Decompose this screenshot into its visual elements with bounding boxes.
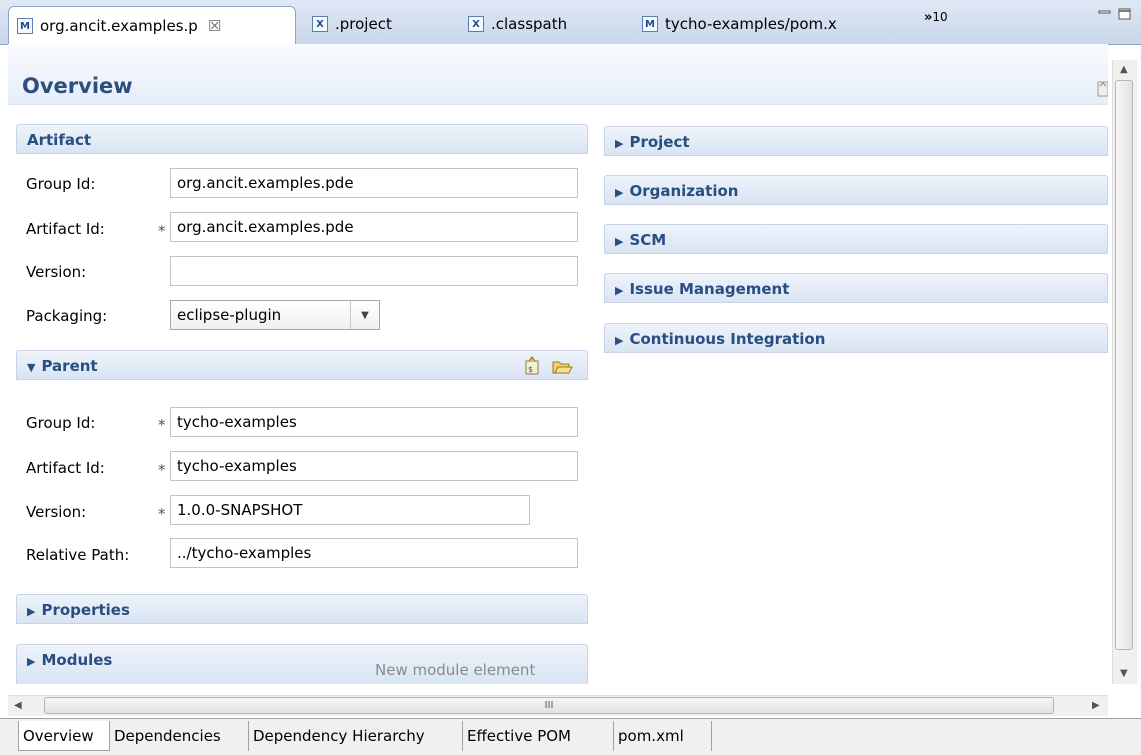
project-section-header[interactable]: ▶ Project bbox=[604, 126, 1108, 156]
artifact-section-title: Artifact bbox=[27, 131, 92, 149]
close-icon[interactable]: ☒ bbox=[208, 17, 221, 35]
tab-overview[interactable]: Overview bbox=[18, 721, 110, 751]
group-id-field[interactable]: org.ancit.examples.pde bbox=[170, 168, 578, 198]
collapsed-triangle-icon: ▶ bbox=[27, 605, 36, 618]
editor-tab-project[interactable]: X .project bbox=[312, 6, 392, 42]
editor-tab-tycho-pom[interactable]: M tycho-examples/pom.x bbox=[642, 6, 837, 42]
open-parent-pom-icon[interactable]: $ bbox=[521, 355, 543, 377]
new-module-hint[interactable]: New module element bbox=[375, 661, 535, 679]
required-marker: * bbox=[158, 222, 166, 240]
svg-text:$: $ bbox=[528, 365, 533, 374]
page-title: Overview bbox=[22, 74, 133, 98]
scm-section-title: SCM bbox=[629, 231, 667, 249]
xml-file-icon: X bbox=[468, 16, 484, 32]
scroll-down-icon[interactable]: ▼ bbox=[1120, 668, 1128, 679]
parent-artifact-id-field[interactable]: tycho-examples bbox=[170, 451, 578, 481]
relative-path-field[interactable]: ../tycho-examples bbox=[170, 538, 578, 568]
required-marker: * bbox=[158, 461, 166, 479]
group-id-label: Group Id: bbox=[26, 175, 96, 193]
maven-file-icon: M bbox=[17, 18, 33, 34]
continuous-integration-section-header[interactable]: ▶ Continuous Integration bbox=[604, 323, 1108, 353]
organization-section-header[interactable]: ▶ Organization bbox=[604, 175, 1108, 205]
tab-overflow-button[interactable]: »10 bbox=[924, 10, 948, 25]
modules-section-header[interactable]: ▶ Modules New module element bbox=[16, 644, 588, 684]
parent-section-header[interactable]: ▼ Parent $ bbox=[16, 350, 588, 380]
artifact-section-header: Artifact bbox=[16, 124, 588, 154]
parent-group-id-label: Group Id: bbox=[26, 414, 96, 432]
overview-header: Overview bbox=[8, 44, 1108, 105]
horizontal-scrollbar[interactable]: ◀ III ▶ bbox=[8, 695, 1108, 716]
scroll-right-icon[interactable]: ▶ bbox=[1092, 700, 1100, 711]
xml-file-icon: X bbox=[312, 16, 328, 32]
tab-overflow-count: 10 bbox=[932, 10, 948, 24]
properties-section-header[interactable]: ▶ Properties bbox=[16, 594, 588, 624]
version-field[interactable] bbox=[170, 256, 578, 286]
scroll-up-icon[interactable]: ▲ bbox=[1120, 64, 1128, 75]
tab-dependencies[interactable]: Dependencies bbox=[110, 721, 249, 751]
packaging-label: Packaging: bbox=[26, 307, 108, 325]
issue-management-section-title: Issue Management bbox=[629, 280, 790, 298]
version-label: Version: bbox=[26, 263, 87, 281]
packaging-value: eclipse-plugin bbox=[177, 306, 282, 324]
maven-file-icon: M bbox=[642, 16, 658, 32]
editor-tab-bar: M org.ancit.examples.p ☒ X .project X .c… bbox=[0, 0, 1141, 45]
overview-page: Overview Artifact Group Id: org.ancit.ex… bbox=[8, 44, 1108, 684]
collapsed-triangle-icon: ▶ bbox=[615, 284, 624, 297]
folder-open-icon[interactable] bbox=[551, 355, 573, 377]
properties-section-title: Properties bbox=[41, 601, 130, 619]
collapsed-triangle-icon: ▶ bbox=[615, 334, 624, 347]
scroll-left-icon[interactable]: ◀ bbox=[14, 700, 22, 711]
maximize-icon[interactable] bbox=[1118, 8, 1132, 20]
minimize-icon[interactable] bbox=[1098, 8, 1112, 20]
collapsed-triangle-icon: ▶ bbox=[615, 137, 624, 150]
collapsed-triangle-icon: ▶ bbox=[27, 655, 36, 668]
parent-artifact-id-label: Artifact Id: bbox=[26, 459, 105, 477]
editor-tab-pom[interactable]: M org.ancit.examples.p ☒ bbox=[8, 6, 296, 45]
editor-tab-classpath[interactable]: X .classpath bbox=[468, 6, 567, 42]
tab-dependency-hierarchy[interactable]: Dependency Hierarchy bbox=[249, 721, 463, 751]
required-marker: * bbox=[158, 416, 166, 434]
continuous-integration-section-title: Continuous Integration bbox=[629, 330, 826, 348]
editor-tab-label: org.ancit.examples.p bbox=[40, 17, 198, 35]
tab-pom-xml[interactable]: pom.xml bbox=[614, 721, 712, 751]
packaging-select[interactable]: eclipse-plugin ▼ bbox=[170, 300, 380, 330]
collapsed-triangle-icon: ▶ bbox=[615, 186, 624, 199]
editor-tab-label: tycho-examples/pom.x bbox=[665, 15, 837, 33]
vertical-scrollbar[interactable]: ▲ ▼ bbox=[1112, 60, 1137, 684]
artifact-id-label: Artifact Id: bbox=[26, 220, 105, 238]
help-icon[interactable] bbox=[1096, 80, 1108, 98]
tab-effective-pom[interactable]: Effective POM bbox=[463, 721, 614, 751]
expanded-triangle-icon: ▼ bbox=[27, 361, 36, 374]
collapsed-triangle-icon: ▶ bbox=[615, 235, 624, 248]
page-tab-bar: Overview Dependencies Dependency Hierarc… bbox=[0, 718, 1141, 755]
parent-version-field[interactable]: 1.0.0-SNAPSHOT bbox=[170, 495, 530, 525]
parent-section-title: Parent bbox=[41, 357, 98, 375]
editor-tab-label: .classpath bbox=[491, 15, 568, 33]
editor-tab-label: .project bbox=[335, 15, 392, 33]
scm-section-header[interactable]: ▶ SCM bbox=[604, 224, 1108, 254]
issue-management-section-header[interactable]: ▶ Issue Management bbox=[604, 273, 1108, 303]
horizontal-scroll-thumb[interactable]: III bbox=[44, 697, 1054, 714]
chevron-down-icon[interactable]: ▼ bbox=[350, 301, 379, 329]
relative-path-label: Relative Path: bbox=[26, 546, 130, 564]
vertical-scroll-thumb[interactable] bbox=[1115, 80, 1133, 650]
parent-version-label: Version: bbox=[26, 503, 87, 521]
modules-section-title: Modules bbox=[41, 651, 113, 669]
project-section-title: Project bbox=[629, 133, 690, 151]
artifact-id-field[interactable]: org.ancit.examples.pde bbox=[170, 212, 578, 242]
required-marker: * bbox=[158, 505, 166, 523]
parent-group-id-field[interactable]: tycho-examples bbox=[170, 407, 578, 437]
organization-section-title: Organization bbox=[629, 182, 739, 200]
